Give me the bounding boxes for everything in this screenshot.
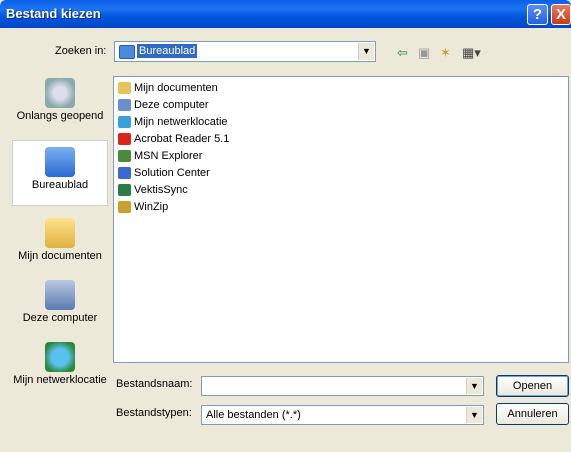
- place-label: Mijn netwerklocatie: [13, 374, 107, 386]
- msn-icon: [118, 150, 131, 163]
- place-label: Mijn documenten: [18, 250, 102, 262]
- solution-center-icon: [118, 167, 131, 180]
- places-bar: Onlangs geopend Bureaublad Mijn document…: [12, 70, 108, 430]
- recent-documents-icon: [45, 78, 75, 108]
- back-arrow-icon[interactable]: ⇦: [397, 45, 408, 61]
- window-title: Bestand kiezen: [6, 6, 101, 21]
- my-computer-icon: [45, 280, 75, 310]
- views-menu-icon[interactable]: ▦▾: [462, 45, 481, 61]
- list-item[interactable]: Solution Center: [118, 165, 210, 181]
- new-folder-icon[interactable]: ✶: [440, 45, 451, 61]
- list-item[interactable]: Mijn documenten: [118, 80, 218, 96]
- lookin-value: Bureaublad: [137, 44, 198, 58]
- list-item[interactable]: Mijn netwerklocatie: [118, 114, 228, 130]
- chevron-down-icon[interactable]: ▼: [466, 378, 482, 394]
- desktop-icon: [45, 147, 75, 177]
- filename-input[interactable]: ▼: [201, 376, 484, 396]
- help-button[interactable]: ?: [527, 4, 548, 25]
- my-documents-icon: [45, 218, 75, 248]
- filetype-label: Bestandstypen:: [116, 407, 192, 419]
- acrobat-icon: [118, 133, 131, 146]
- list-item[interactable]: VektisSync: [118, 182, 188, 198]
- folder-icon: [118, 82, 131, 95]
- up-folder-icon[interactable]: ▣: [418, 45, 430, 61]
- file-list[interactable]: Mijn documenten Deze computer Mijn netwe…: [113, 76, 569, 363]
- open-button[interactable]: Openen: [496, 375, 569, 397]
- place-label: Deze computer: [22, 312, 98, 324]
- title-bar: Bestand kiezen ? X: [0, 0, 571, 28]
- list-item[interactable]: Acrobat Reader 5.1: [118, 131, 229, 147]
- place-desktop[interactable]: Bureaublad: [12, 140, 108, 206]
- cancel-button[interactable]: Annuleren: [496, 403, 569, 425]
- chevron-down-icon[interactable]: ▼: [466, 407, 482, 423]
- list-item[interactable]: WinZip: [118, 199, 168, 215]
- place-documents[interactable]: Mijn documenten: [12, 218, 108, 280]
- place-recent[interactable]: Onlangs geopend: [12, 78, 108, 138]
- place-network[interactable]: Mijn netwerklocatie: [12, 342, 108, 412]
- close-button[interactable]: X: [551, 4, 571, 25]
- list-item[interactable]: MSN Explorer: [118, 148, 202, 164]
- desktop-icon: [119, 45, 135, 59]
- chevron-down-icon[interactable]: ▼: [358, 43, 374, 60]
- computer-icon: [118, 99, 131, 112]
- lookin-combo[interactable]: Bureaublad ▼: [114, 41, 376, 62]
- network-places-icon: [45, 342, 75, 372]
- lookin-label: Zoeken in:: [55, 45, 107, 57]
- place-label: Onlangs geopend: [16, 110, 104, 122]
- list-item[interactable]: Deze computer: [118, 97, 209, 113]
- place-label: Bureaublad: [31, 179, 89, 191]
- winzip-icon: [118, 201, 131, 214]
- place-computer[interactable]: Deze computer: [12, 280, 108, 342]
- filetype-select[interactable]: Alle bestanden (*.*) ▼: [201, 405, 484, 425]
- filename-label: Bestandsnaam:: [116, 378, 193, 390]
- shortcut-icon: [118, 184, 131, 197]
- network-icon: [118, 116, 131, 129]
